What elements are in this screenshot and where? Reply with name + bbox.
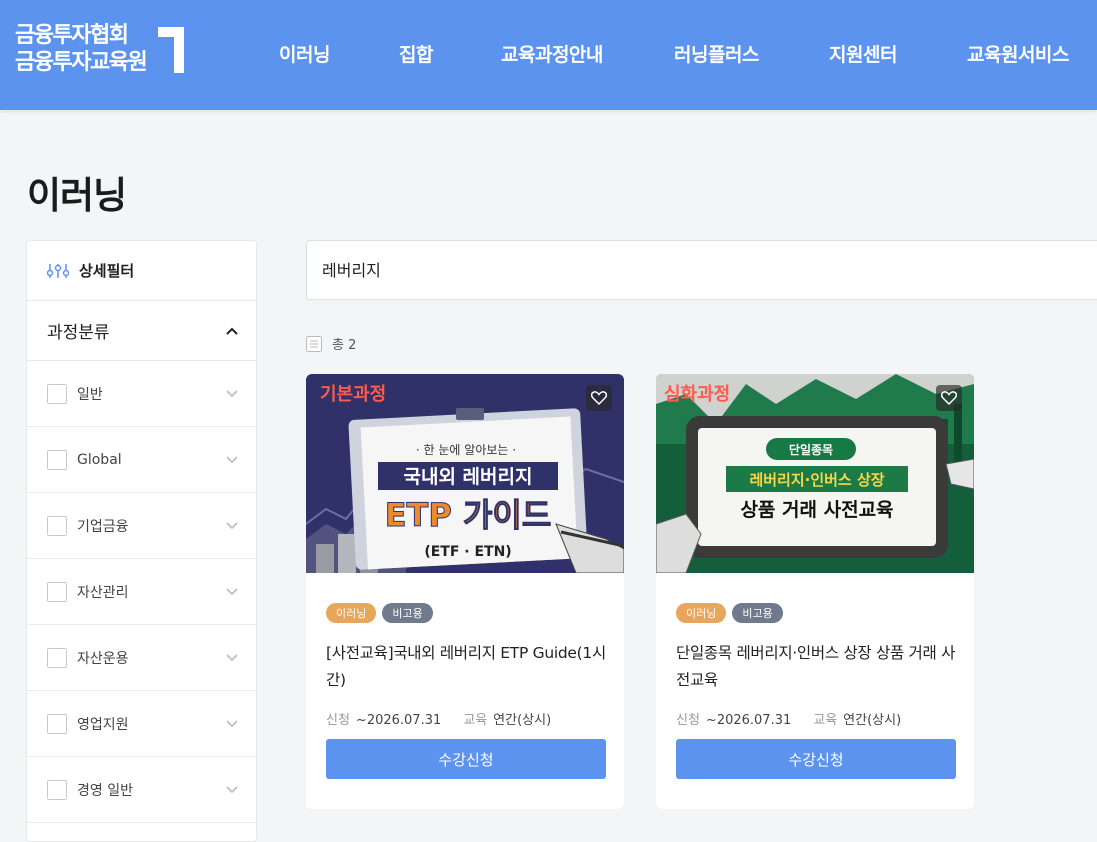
edu-period: 연간(상시) — [843, 713, 902, 728]
apply-period: ~2026.07.31 — [355, 713, 442, 728]
thumb-sub: · 한 눈에 알아보는 · — [416, 443, 516, 457]
edu-label: 교육 — [463, 713, 488, 728]
nav-classroom[interactable]: 집합 — [399, 40, 433, 67]
badge-elearning: 이러닝 — [676, 603, 727, 623]
category-checkbox[interactable] — [47, 383, 67, 404]
thumb-line1: 국내외 레버리지 — [404, 466, 533, 488]
chevron-up-icon — [226, 327, 238, 335]
category-item-management-general[interactable]: 경영 일반 — [27, 757, 256, 823]
category-item-label: 경영 일반 — [77, 782, 133, 799]
chevron-down-icon[interactable] — [226, 521, 238, 530]
heart-icon — [591, 391, 607, 405]
category-item-label: Global — [77, 451, 122, 468]
badge-elearning: 이러닝 — [326, 603, 377, 623]
logo-line2: 금융투자교육원 — [15, 50, 148, 75]
course-meta: 신청 ~2026.07.31 교육 연간(상시) — [676, 709, 901, 728]
chevron-down-icon[interactable] — [226, 719, 238, 728]
course-title[interactable]: 단일종목 레버리지·인버스 상장 상품 거래 사전교육 — [676, 640, 961, 694]
result-count: 총 2 — [306, 334, 356, 353]
category-toggle[interactable]: 과정분류 — [27, 301, 256, 361]
chevron-down-icon[interactable] — [226, 653, 238, 662]
category-item-label: 영업지원 — [77, 716, 129, 733]
result-count-text: 총 2 — [332, 338, 357, 353]
site-header: 금융투자협회 금융투자교육원 이러닝 집합 교육과정안내 러닝플러스 지원센터 … — [0, 0, 1097, 110]
chevron-down-icon[interactable] — [226, 455, 238, 464]
category-item-sales-support[interactable]: 영업지원 — [27, 691, 256, 757]
category-item-wealth-management[interactable]: 자산관리 — [27, 559, 256, 625]
thumb-line3: (ETF · ETN) — [424, 544, 511, 560]
category-item-label: 자산운용 — [77, 650, 129, 667]
chevron-down-icon[interactable] — [226, 389, 238, 398]
logo-line1: 금융투자협회 — [15, 23, 129, 48]
enroll-button[interactable]: 수강신청 — [326, 739, 606, 779]
thumb-line2: 상품 거래 사전교육 — [740, 499, 893, 521]
category-checkbox[interactable] — [47, 581, 67, 602]
badge-group: 이러닝 비고용 — [326, 603, 433, 623]
badge-group: 이러닝 비고용 — [676, 603, 783, 623]
thumb-line2: ETP 가이드 — [385, 496, 552, 534]
category-item-label: 일반 — [77, 386, 103, 403]
category-checkbox[interactable] — [47, 713, 67, 734]
nav-support-center[interactable]: 지원센터 — [829, 40, 897, 67]
category-item-asset-management[interactable]: 자산운용 — [27, 625, 256, 691]
enroll-button[interactable]: 수강신청 — [676, 739, 956, 779]
thumb-sub: 단일종목 — [789, 442, 833, 457]
page-title: 이러닝 — [27, 174, 127, 217]
course-meta: 신청 ~2026.07.31 교육 연간(상시) — [326, 709, 551, 728]
category-item-general[interactable]: 일반 — [27, 361, 256, 427]
badge-non-employed: 비고용 — [382, 603, 433, 623]
course-thumbnail: 단일종목 레버리지·인버스 상장 상품 거래 사전교육 심화과정 — [656, 374, 974, 573]
category-item-label: 기업금융 — [77, 518, 129, 535]
favorite-button[interactable] — [586, 385, 612, 411]
category-checkbox[interactable] — [47, 647, 67, 668]
nav-elearning[interactable]: 이러닝 — [279, 40, 330, 67]
edu-label: 교육 — [813, 713, 838, 728]
apply-label: 신청 — [326, 713, 350, 728]
favorite-button[interactable] — [936, 385, 962, 411]
filter-sidebar: 상세필터 과정분류 일반 Global 기업금융 자산관리 자산운용 영업지원 … — [26, 240, 257, 842]
course-card[interactable]: 단일종목 레버리지·인버스 상장 상품 거래 사전교육 심화과정 이러닝 비고용… — [656, 374, 974, 809]
filter-sliders-icon — [47, 263, 69, 278]
search-box — [306, 240, 1097, 300]
course-title[interactable]: [사전교육]국내외 레버리지 ETP Guide(1시간) — [326, 640, 611, 694]
thumb-tag: 심화과정 — [664, 384, 730, 405]
detail-filter-header: 상세필터 — [27, 241, 256, 301]
nav-institute-service[interactable]: 교육원서비스 — [967, 40, 1069, 67]
apply-label: 신청 — [676, 713, 700, 728]
course-thumbnail: 기본과정 · 한 눈에 알아보는 · 국내외 레버리지 ETP 가이드 (ETF… — [306, 374, 624, 573]
apply-period: ~2026.07.31 — [705, 713, 792, 728]
category-label: 과정분류 — [47, 323, 110, 343]
chevron-down-icon[interactable] — [226, 785, 238, 794]
category-item-global[interactable]: Global — [27, 427, 256, 493]
edu-period: 연간(상시) — [493, 713, 552, 728]
search-input[interactable] — [307, 241, 1097, 297]
category-checkbox[interactable] — [47, 515, 67, 536]
detail-filter-label: 상세필터 — [79, 262, 135, 280]
logo-mark-icon — [158, 27, 184, 73]
course-card[interactable]: 기본과정 · 한 눈에 알아보는 · 국내외 레버리지 ETP 가이드 (ETF… — [306, 374, 624, 809]
nav-course-guide[interactable]: 교육과정안내 — [501, 40, 603, 67]
chevron-down-icon[interactable] — [226, 587, 238, 596]
category-checkbox[interactable] — [47, 449, 67, 470]
heart-icon — [941, 391, 957, 405]
list-icon — [306, 335, 322, 352]
badge-non-employed: 비고용 — [732, 603, 783, 623]
nav-learning-plus[interactable]: 러닝플러스 — [674, 40, 759, 67]
thumb-line1: 레버리지·인버스 상장 — [749, 471, 884, 489]
thumb-tag: 기본과정 — [320, 384, 386, 405]
category-checkbox[interactable] — [47, 779, 67, 800]
logo[interactable]: 금융투자협회 금융투자교육원 — [15, 22, 148, 76]
category-item-corporate-finance[interactable]: 기업금융 — [27, 493, 256, 559]
category-item-label: 자산관리 — [77, 584, 129, 601]
